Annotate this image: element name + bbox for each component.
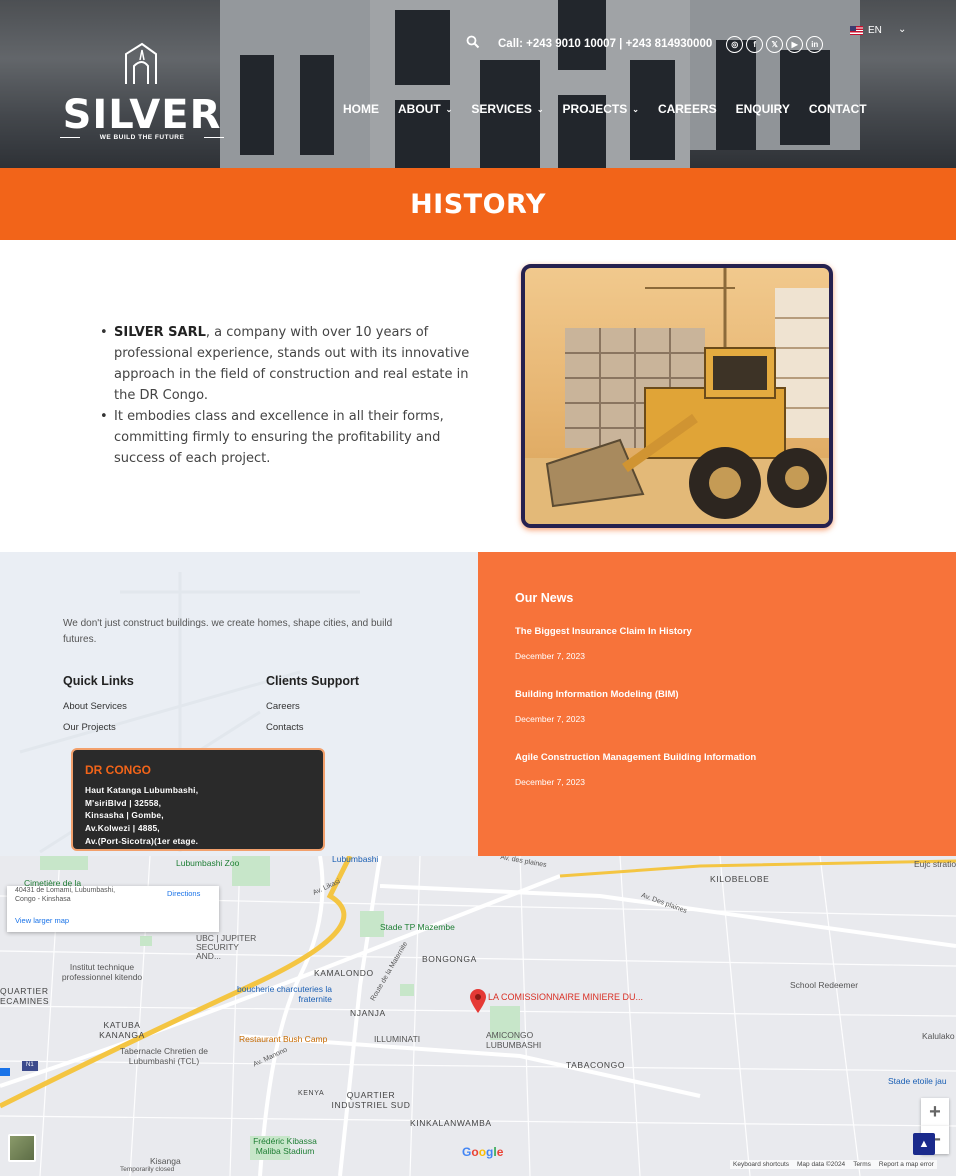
- call-phone-numbers[interactable]: Call: +243 9010 10007 | +243 814930000: [498, 38, 712, 50]
- map-label: KAMALONDO: [314, 968, 374, 978]
- construction-loader-image: [521, 264, 833, 528]
- map-label: Kalulako: [922, 1031, 955, 1041]
- map-label: QUARTIER ECAMINES: [0, 986, 50, 1006]
- keyboard-shortcuts-link[interactable]: Keyboard shortcuts: [733, 1161, 789, 1168]
- search-icon[interactable]: [466, 35, 484, 53]
- nav-careers[interactable]: CAREERS: [658, 102, 717, 116]
- linkedin-icon[interactable]: in: [806, 35, 824, 53]
- news-item-date: December 7, 2023: [515, 777, 585, 787]
- terms-link[interactable]: Terms: [853, 1161, 871, 1168]
- history-text: SILVER SARL, a company with over 10 year…: [100, 322, 472, 469]
- quick-links-heading: Quick Links: [63, 674, 134, 688]
- news-item-title[interactable]: Agile Construction Management Building I…: [515, 752, 756, 763]
- page-title: HISTORY: [410, 188, 546, 220]
- map-card-address: Congo - Kinshasa: [15, 896, 71, 903]
- map-label: UBC | JUPITER SECURITY AND...: [196, 933, 257, 961]
- address-card: DR CONGO Haut Katanga Lubumbashi, M'siri…: [71, 748, 325, 851]
- chevron-down-icon: ⌄: [445, 104, 453, 114]
- map-label: NJANJA: [350, 1008, 386, 1018]
- footer-link-our-projects[interactable]: Our Projects: [63, 722, 116, 733]
- map-label: Kisanga: [150, 1156, 181, 1166]
- map-label: AMICONGO LUBUMBASHI: [486, 1030, 542, 1050]
- map-label: Stade etoile jau: [888, 1076, 947, 1086]
- map-satellite-toggle[interactable]: [8, 1134, 36, 1162]
- bulldozer-photo: [525, 268, 829, 524]
- history-bullet: It embodies class and excellence in all …: [100, 406, 472, 469]
- map-label: Frédéric Kibassa Maliba Stadium: [253, 1136, 317, 1156]
- map-data-label: Map data ©2024: [797, 1161, 846, 1168]
- map-label: Stade TP Mazembe: [380, 922, 455, 932]
- nav-services[interactable]: SERVICES ⌄: [471, 102, 543, 116]
- address-country: DR CONGO: [85, 763, 151, 777]
- logo-tagline: WE BUILD THE FUTURE: [99, 134, 185, 141]
- map-label: KATUBA KANANGA: [99, 1020, 145, 1040]
- language-selector[interactable]: EN: [850, 25, 882, 36]
- map-label: KENYA: [298, 1090, 325, 1097]
- map-label: Eujc stratio: [914, 859, 956, 869]
- map-attribution: Keyboard shortcuts Map data ©2024 Terms …: [730, 1160, 937, 1169]
- chevron-down-icon: ⌄: [536, 104, 544, 114]
- zoom-in-button[interactable]: +: [921, 1098, 949, 1126]
- header-topbar: Call: +243 9010 10007 | +243 814930000 ◎…: [466, 34, 824, 54]
- news-item-date: December 7, 2023: [515, 651, 585, 661]
- map-label: QUARTIER INDUSTRIEL SUD: [331, 1090, 411, 1110]
- logo-building-icon: [125, 42, 157, 84]
- map-label: School Redeemer: [790, 980, 859, 990]
- map-label: Lubumbashi Zoo: [176, 858, 240, 868]
- history-bullet: SILVER SARL, a company with over 10 year…: [100, 322, 472, 406]
- map-label: KILOBELOBE: [710, 874, 770, 884]
- news-item-title[interactable]: Building Information Modeling (BIM): [515, 689, 679, 700]
- chevron-down-icon: ⌄: [632, 104, 639, 114]
- map-label: Temporarily closed: [120, 1166, 175, 1173]
- map-info-card: 40431 de Lomami, Lubumbashi, Congo - Kin…: [7, 886, 219, 932]
- scroll-to-top-button[interactable]: ▲: [913, 1133, 935, 1155]
- instagram-icon[interactable]: ◎: [726, 35, 744, 53]
- x-twitter-icon[interactable]: 𝕏: [766, 35, 784, 53]
- google-logo: Google: [462, 1145, 504, 1159]
- nav-enquiry[interactable]: ENQUIRY: [736, 102, 790, 116]
- map-label: TABACONGO: [566, 1060, 626, 1070]
- address-lines: Haut Katanga Lubumbashi, M'siriBlvd | 32…: [85, 785, 199, 846]
- chevron-up-icon: ▲: [918, 1138, 930, 1150]
- chevron-down-icon[interactable]: ⌄: [898, 24, 906, 35]
- news-item-title[interactable]: The Biggest Insurance Claim In History: [515, 626, 692, 637]
- map-card-address-line: 40431 de Lomami, Lubumbashi,: [15, 887, 116, 894]
- news-heading: Our News: [515, 591, 574, 605]
- footer-link-about-services[interactable]: About Services: [63, 701, 127, 712]
- main-navigation: HOME ABOUT ⌄ SERVICES ⌄ PROJECTS ⌄ CAREERS …: [343, 102, 867, 116]
- footer-link-contacts[interactable]: Contacts: [266, 722, 304, 733]
- social-links: ◎ f 𝕏 ▶ in: [726, 35, 824, 53]
- site-logo[interactable]: SILVER WE BUILD THE FUTURE: [56, 40, 228, 141]
- clients-support-heading: Clients Support: [266, 674, 360, 688]
- nav-contact[interactable]: CONTACT: [809, 102, 867, 116]
- map-directions-link[interactable]: Directions: [167, 889, 200, 898]
- footer-link-careers[interactable]: Careers: [266, 701, 300, 712]
- us-flag-icon: [850, 26, 863, 35]
- nav-home[interactable]: HOME: [343, 102, 379, 116]
- nav-about[interactable]: ABOUT ⌄: [398, 102, 452, 116]
- youtube-icon[interactable]: ▶: [786, 35, 804, 53]
- site-header: SILVER WE BUILD THE FUTURE Call: +243 90…: [0, 0, 956, 168]
- map-label: KINKALANWAMBA: [410, 1118, 492, 1128]
- map-marker-label[interactable]: LA COMISSIONNAIRE MINIERE DU...: [488, 992, 643, 1002]
- footer-tagline: We don't just construct buildings. we cr…: [63, 618, 393, 645]
- map-label: Institut technique professionnel kitendo: [61, 962, 143, 982]
- map-label: ILLUMINATI: [374, 1034, 421, 1044]
- nav-projects[interactable]: PROJECTS ⌄: [563, 102, 639, 116]
- logo-wordmark: SILVER: [62, 92, 222, 138]
- view-larger-map-link[interactable]: View larger map: [15, 916, 69, 925]
- page-title-banner: HISTORY: [0, 168, 956, 240]
- map-label: Restaurant Bush Camp: [239, 1034, 328, 1044]
- map-marker-icon[interactable]: [469, 988, 487, 1014]
- map-label: N1: [26, 1062, 34, 1068]
- news-item-date: December 7, 2023: [515, 714, 585, 724]
- map-label: Tabernacle Chretien de Lubumbashi (TCL): [120, 1046, 208, 1066]
- facebook-icon[interactable]: f: [746, 35, 764, 53]
- map-label: BONGONGA: [422, 954, 477, 964]
- map-label: boucherie charcuteries la fraternite: [237, 984, 332, 1004]
- report-error-link[interactable]: Report a map error: [879, 1161, 934, 1168]
- map-label: Lubumbashi: [332, 856, 379, 864]
- language-label: EN: [868, 25, 882, 36]
